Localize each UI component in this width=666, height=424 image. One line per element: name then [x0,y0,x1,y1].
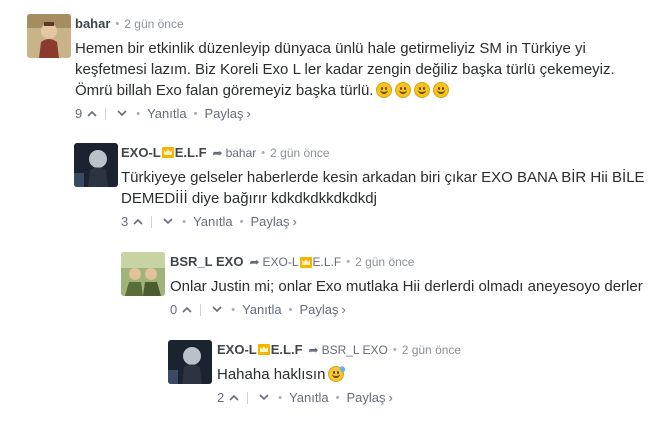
share-button[interactable]: Paylaş › [346,390,392,405]
separator-dot: • [136,107,141,120]
separator-dot: • [335,391,340,404]
share-button[interactable]: Paylaş › [250,214,296,229]
downvote-icon[interactable] [210,303,224,317]
comment-body: Hahaha haklısın [217,366,326,383]
vote-divider [247,391,249,404]
reply-arrow-icon: ➦ [308,343,319,357]
reply-to-name-prefix: EXO-L [262,255,299,269]
author-name-prefix: EXO-L [121,145,161,160]
upvote-icon[interactable] [180,303,194,317]
author-name[interactable]: BSR_L EXO [170,254,243,270]
vote-divider [200,303,202,316]
user-avatar-image [168,340,212,384]
share-label: Paylaş [204,106,244,121]
avatar[interactable] [74,143,118,187]
comment-header: bahar • 2 gün önce [75,16,645,32]
vote-count: 9 [75,106,83,121]
crown-icon [257,344,270,355]
vote-count: 3 [121,214,129,229]
comment-footer: 0 • Yanıtla • Paylaş › [170,302,660,317]
author-name-prefix: EXO-L [217,342,257,357]
upvote-icon[interactable] [131,215,145,229]
upvote-icon[interactable] [227,391,241,405]
smile-emoji-icon [414,82,431,98]
crown-icon [161,147,174,158]
separator-dot: • [115,18,120,30]
author-name[interactable]: EXO-L E.L.F [217,342,303,358]
author-name[interactable]: bahar [75,16,110,32]
timestamp[interactable]: 2 gün önce [270,145,329,161]
comment-body: Hemen bir etkinlik düzenleyip dünyaca ün… [75,40,615,99]
timestamp[interactable]: 2 gün önce [355,254,414,270]
comment-footer: 2 • Yanıtla • Paylaş › [217,390,657,405]
avatar[interactable] [121,252,165,296]
comment-text: Türkiyeye gelseler haberlerde kesin arka… [121,167,651,209]
crown-icon [299,256,312,268]
user-avatar-image [121,252,165,296]
comment-body: Onlar Justin mi; onlar Exo mutlaka Hii d… [170,278,643,295]
share-label: Paylaş [299,302,339,317]
reply-to-name-suffix: E.L.F [312,255,342,269]
timestamp[interactable]: 2 gün önce [124,16,183,32]
reply-arrow-icon: ➦ [212,146,223,160]
comment-body: Türkiyeye gelseler haberlerde kesin arka… [121,169,645,207]
user-avatar-image [27,14,71,58]
avatar[interactable] [27,14,71,58]
chevron-right-icon: › [292,214,297,229]
share-button[interactable]: Paylaş › [204,106,250,121]
avatar[interactable] [168,340,212,384]
comment-text: Hahaha haklısın [217,364,657,385]
downvote-icon[interactable] [161,215,175,229]
comment-header: BSR_L EXO ➦ EXO-L E.L.F • 2 gün önce [170,254,660,270]
share-button[interactable]: Paylaş › [299,302,345,317]
separator-dot: • [392,344,397,356]
vote-count: 2 [217,390,225,405]
reply-arrow-icon: ➦ [249,255,260,269]
reply-to-name: BSR_L EXO [321,343,388,357]
downvote-icon[interactable] [257,391,271,405]
reply-button[interactable]: Yanıtla [193,214,233,229]
reply-to[interactable]: ➦ bahar [213,145,257,161]
vote-divider [151,215,153,228]
smile-emoji-icon [395,82,412,98]
smile-emoji-icon [433,82,450,98]
reply-button[interactable]: Yanıtla [147,106,187,121]
author-name[interactable]: EXO-L E.L.F [121,145,207,161]
upvote-icon[interactable] [85,107,99,121]
author-name-suffix: E.L.F [270,342,303,357]
share-label: Paylaş [250,214,290,229]
separator-dot: • [231,303,236,316]
separator-dot: • [182,215,187,228]
separator-dot: • [288,303,293,316]
vote-divider [105,107,107,120]
separator-dot: • [261,147,266,159]
comment-footer: 3 • Yanıtla • Paylaş › [121,214,651,229]
comment-header: EXO-L E.L.F ➦ bahar • 2 gün önce [121,145,651,161]
comment-footer: 9 • Yanıtla • Paylaş › [75,106,645,121]
separator-dot: • [239,215,244,228]
timestamp[interactable]: 2 gün önce [402,342,461,358]
comment-header: EXO-L E.L.F ➦ BSR_L EXO • 2 gün önce [217,342,657,358]
chevron-right-icon: › [246,106,251,121]
reply-to[interactable]: ➦ EXO-L E.L.F [249,254,341,270]
chevron-right-icon: › [388,390,393,405]
reply-button[interactable]: Yanıtla [242,302,282,317]
reply-button[interactable]: Yanıtla [289,390,329,405]
sweat-smile-emoji-icon [328,365,347,382]
author-name-suffix: E.L.F [174,145,207,160]
reply-to-name: bahar [225,146,257,160]
share-label: Paylaş [346,390,386,405]
smile-emoji-icon [376,82,393,98]
chevron-right-icon: › [341,302,346,317]
reply-to[interactable]: ➦ BSR_L EXO [309,342,388,358]
separator-dot: • [346,256,351,268]
comment-text: Onlar Justin mi; onlar Exo mutlaka Hii d… [170,276,660,297]
separator-dot: • [278,391,283,404]
separator-dot: • [193,107,198,120]
user-avatar-image [74,143,118,187]
comment-text: Hemen bir etkinlik düzenleyip dünyaca ün… [75,38,645,101]
downvote-icon[interactable] [115,107,129,121]
vote-count: 0 [170,302,178,317]
